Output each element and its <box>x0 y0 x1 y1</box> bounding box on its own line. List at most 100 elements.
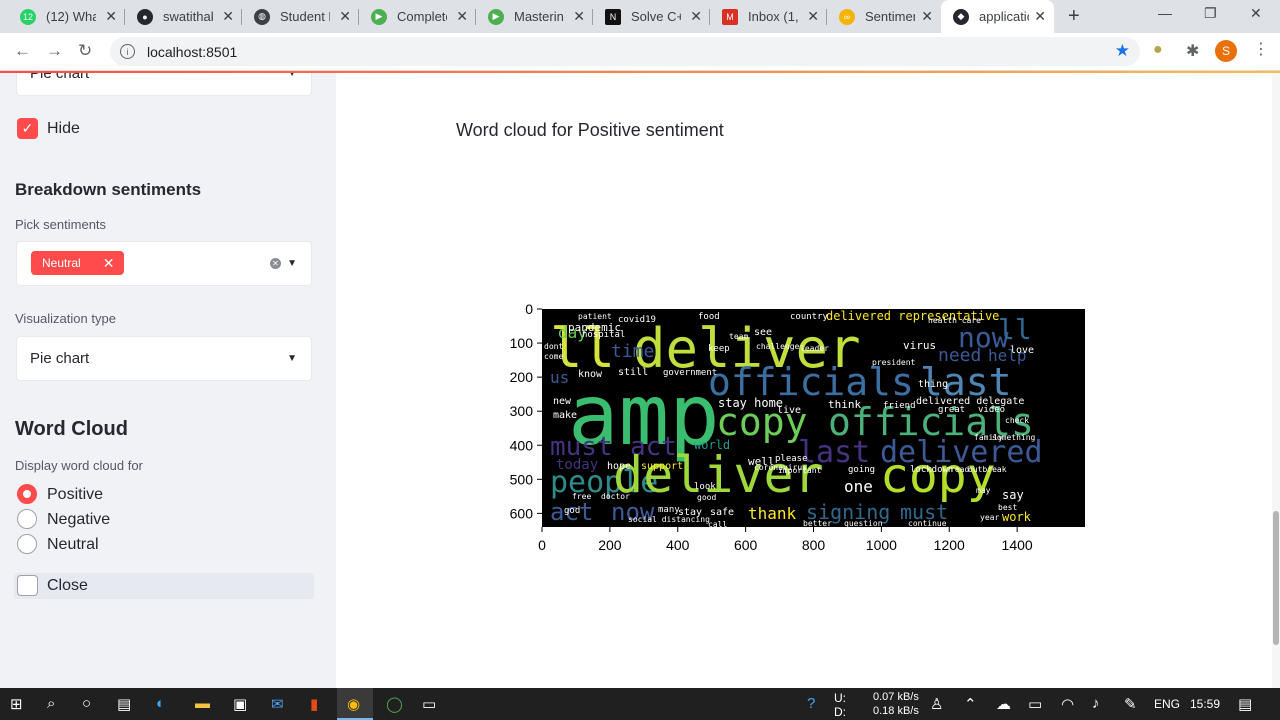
display-wordcloud-label: Display word cloud for <box>15 458 143 473</box>
close-tab-icon[interactable]: ✕ <box>339 8 351 25</box>
video-course-icon: ▶ <box>488 8 504 25</box>
store-icon[interactable]: ▣ <box>233 695 247 713</box>
browser-tab[interactable]: M Inbox (1,4 ✕ <box>710 0 827 33</box>
word-cloud-word: patient <box>578 312 612 321</box>
tab-title: swatithak <box>163 9 213 24</box>
selected-chip[interactable]: Neutral ✕ <box>31 251 125 275</box>
browser-toolbar: ← → ↻ i localhost:8501 ★ ● ✱ S ⋮ <box>0 33 1280 71</box>
close-tab-icon[interactable]: ✕ <box>921 8 933 25</box>
y-tick-label: 300 <box>510 403 534 419</box>
site-info-icon[interactable]: i <box>120 44 135 59</box>
close-checkbox[interactable] <box>17 575 38 596</box>
close-tab-icon[interactable]: ✕ <box>222 8 234 25</box>
net-upload-speed: 0.07 kB/s <box>873 691 919 703</box>
bookmark-star-icon[interactable]: ★ <box>1115 41 1130 61</box>
office-icon[interactable]: ▮ <box>310 695 318 713</box>
task-view-icon[interactable]: ▤ <box>117 695 131 713</box>
extension-icon[interactable]: ● <box>1153 41 1163 59</box>
word-cloud-word: covid19 <box>618 315 656 325</box>
browser-tab-active[interactable]: ◆ applicatio ✕ <box>941 0 1054 33</box>
menu-icon[interactable]: ⋮ <box>1253 39 1269 59</box>
chrome-icon[interactable]: ◉ <box>347 695 360 713</box>
word-cloud-word: may <box>976 486 991 495</box>
net-upload-label: U: <box>834 691 846 705</box>
close-tab-icon[interactable]: ✕ <box>573 8 585 25</box>
windows-start-icon[interactable]: ⊞ <box>10 695 23 713</box>
puzzle-extensions-icon[interactable]: ✱ <box>1186 41 1199 61</box>
word-cloud-word: outbreak <box>968 465 1007 474</box>
profile-avatar[interactable]: S <box>1215 40 1237 62</box>
restore-icon[interactable]: ❐ <box>1204 5 1217 22</box>
address-bar[interactable]: i localhost:8501 ★ <box>110 37 1140 66</box>
people-icon[interactable]: ♙ <box>930 695 943 713</box>
word-cloud-word: see <box>754 327 772 338</box>
file-explorer-icon[interactable]: ▬ <box>195 695 210 712</box>
main-content: Word cloud for Positive sentiment 0 100 20… <box>336 73 1280 688</box>
browser-tab[interactable]: ● swatithak ✕ <box>125 0 242 33</box>
terminal-icon[interactable]: ▭ <box>422 695 436 713</box>
clear-all-icon[interactable]: ✕ <box>270 258 281 269</box>
volume-icon[interactable]: ♪ <box>1092 695 1100 712</box>
net-download-speed: 0.18 kB/s <box>873 705 919 717</box>
help-icon[interactable]: ? <box>807 695 815 712</box>
tray-chevron-icon[interactable]: ⌃ <box>964 695 977 713</box>
wifi-icon[interactable]: ◠ <box>1061 695 1074 713</box>
tab-title: Solve C+ <box>631 9 681 24</box>
coding-site-icon: N <box>605 8 621 25</box>
word-cloud-word: safe <box>710 507 734 518</box>
notification-icon[interactable]: ▤ <box>1238 695 1252 713</box>
y-tick-label: 100 <box>510 335 534 351</box>
radio-positive[interactable] <box>17 484 37 504</box>
word-cloud-word: look <box>694 482 716 492</box>
browser-tab[interactable]: ▶ Mastering ✕ <box>476 0 593 33</box>
close-tab-icon[interactable]: ✕ <box>807 8 819 25</box>
y-tick-label: 600 <box>510 505 534 521</box>
chevron-down-icon: ▼ <box>287 353 297 364</box>
close-tab-icon[interactable]: ✕ <box>105 8 117 25</box>
scrollbar-thumb[interactable] <box>1273 511 1279 645</box>
radio-neutral[interactable] <box>17 534 37 554</box>
close-tab-icon[interactable]: ✕ <box>690 8 702 25</box>
close-window-icon[interactable]: ✕ <box>1250 5 1262 22</box>
new-tab-icon[interactable]: + <box>1068 5 1080 28</box>
x-tick-label: 200 <box>598 537 622 553</box>
edge-icon[interactable]: ◐ <box>156 695 165 712</box>
close-tab-icon[interactable]: ✕ <box>456 8 468 25</box>
onedrive-icon[interactable]: ☁ <box>996 695 1011 713</box>
tab-title: Sentimen <box>865 9 915 24</box>
remove-chip-icon[interactable]: ✕ <box>103 255 115 272</box>
radio-negative[interactable] <box>17 509 37 529</box>
app-icon[interactable]: ◯ <box>386 695 403 713</box>
chart-type-select[interactable]: Pie chart ▼ <box>16 73 312 96</box>
browser-tab[interactable]: N Solve C+ ✕ <box>593 0 710 33</box>
cortana-icon[interactable]: ○ <box>82 695 91 712</box>
x-tick-label: 400 <box>666 537 690 553</box>
sentiments-multiselect[interactable]: Neutral ✕ ✕ ▼ <box>16 241 312 286</box>
word-cloud-word: make <box>553 410 577 421</box>
reload-icon[interactable]: ↻ <box>78 41 92 61</box>
word-cloud-word: one <box>844 477 873 496</box>
word-cloud-word: check <box>1005 416 1029 425</box>
language-indicator[interactable]: ENG <box>1154 697 1180 711</box>
browser-tab[interactable]: ∞ Sentimen ✕ <box>827 0 941 33</box>
browser-tab[interactable]: 12 (12) What ✕ <box>8 0 125 33</box>
mail-icon[interactable]: ✉ <box>271 695 284 713</box>
battery-icon[interactable]: ▭ <box>1028 695 1042 713</box>
viz-type-select[interactable]: Pie chart ▼ <box>16 336 312 381</box>
clock[interactable]: 15:59 <box>1190 697 1220 711</box>
forward-icon[interactable]: → <box>46 41 63 61</box>
browser-tab[interactable]: ◍ Student D ✕ <box>242 0 359 33</box>
chevron-down-icon: ▼ <box>287 73 297 79</box>
minimize-icon[interactable]: — <box>1158 5 1172 21</box>
word-cloud-word: still <box>618 367 648 378</box>
hide-checkbox[interactable]: ✓ <box>17 118 38 139</box>
word-cloud-word: something <box>992 433 1036 442</box>
back-icon[interactable]: ← <box>14 41 31 61</box>
close-tab-icon[interactable]: ✕ <box>1034 8 1046 25</box>
tab-title: Student D <box>280 9 330 24</box>
word-cloud-word: best <box>998 503 1017 512</box>
browser-tab[interactable]: ▶ Complete ✕ <box>359 0 476 33</box>
pen-icon[interactable]: ✎ <box>1124 695 1137 713</box>
word-cloud-word: friend <box>883 401 916 411</box>
search-icon[interactable]: ⌕ <box>47 695 55 712</box>
